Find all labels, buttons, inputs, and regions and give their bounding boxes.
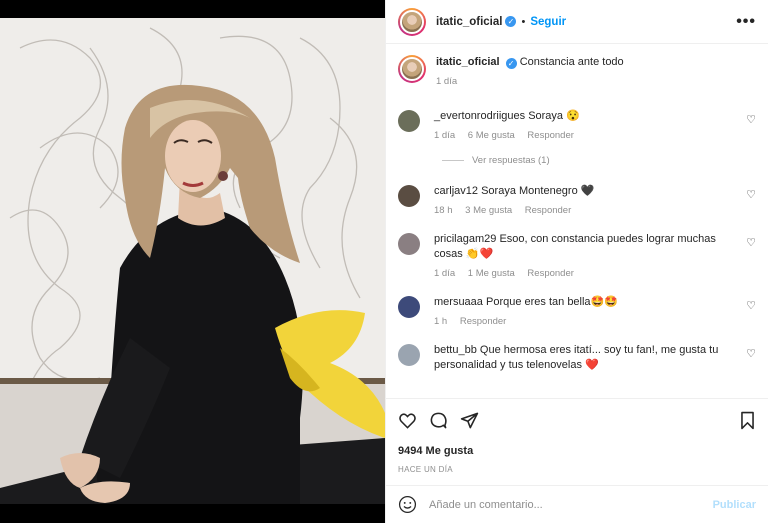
comment-item: mersuaaa Porque eres tan bella🤩🤩 1 h Res… [398, 295, 756, 327]
comment-avatar[interactable] [398, 296, 420, 318]
author-avatar[interactable] [398, 7, 426, 36]
comment-input[interactable]: Añade un comentario... [429, 499, 713, 511]
comment-icon[interactable] [429, 411, 448, 430]
comment-likes[interactable]: 1 Me gusta [468, 268, 515, 279]
comment-item: _evertonrodriigues Soraya 😯 1 día 6 Me g… [398, 109, 756, 141]
comment-username[interactable]: pricilagam29 [434, 233, 496, 245]
comment-avatar[interactable] [398, 185, 420, 207]
reply-button[interactable]: Responder [527, 268, 573, 279]
comment-time: 1 h [434, 316, 448, 327]
comment-text: Porque eres tan bella🤩🤩 [485, 296, 618, 308]
caption-username[interactable]: itatic_oficial [436, 56, 500, 68]
comment-text: Que hermosa eres itatí... soy tu fan!, m… [434, 344, 719, 371]
comments-list[interactable]: itatic_oficial ✓ Constancia ante todo 1 … [386, 45, 768, 398]
comment-text: Soraya Montenegro 🖤 [481, 185, 595, 197]
author-username[interactable]: itatic_oficial [436, 16, 502, 28]
view-replies[interactable]: Ver respuestas (1) [442, 155, 756, 166]
post-image [0, 18, 385, 504]
heart-icon[interactable] [398, 411, 417, 430]
comment-text: Soraya 😯 [528, 110, 580, 122]
bookmark-icon[interactable] [739, 411, 756, 430]
comment-item: carljav12 Soraya Montenegro 🖤 18 h 3 Me … [398, 184, 756, 216]
caption-text: Constancia ante todo [519, 56, 624, 68]
follow-button[interactable]: Seguir [530, 16, 566, 28]
post-side-panel: itatic_oficial ✓ • Seguir ••• itatic_ofi… [385, 0, 768, 523]
emoji-icon[interactable] [398, 495, 417, 514]
verified-icon: ✓ [505, 16, 517, 27]
more-options-icon[interactable]: ••• [736, 13, 756, 31]
share-icon[interactable] [460, 411, 479, 430]
comment-username[interactable]: carljav12 [434, 185, 478, 197]
post-actions: 9494 Me gusta HACE UN DÍA [386, 398, 768, 474]
caption-time: 1 día [436, 76, 458, 87]
comment-username[interactable]: bettu_bb [434, 344, 477, 356]
separator-dot: • [521, 15, 526, 28]
comment-time: 1 día [434, 268, 456, 279]
comment-item: pricilagam29 Esoo, con constancia puedes… [398, 232, 756, 279]
caption-avatar[interactable] [398, 55, 426, 83]
comment-likes[interactable]: 6 Me gusta [468, 130, 515, 141]
comment-avatar[interactable] [398, 344, 420, 366]
like-comment-icon[interactable]: ♡ [746, 188, 756, 201]
like-comment-icon[interactable]: ♡ [746, 236, 756, 249]
reply-button[interactable]: Responder [525, 205, 571, 216]
post-photo[interactable] [0, 18, 385, 504]
verified-icon: ✓ [505, 58, 517, 69]
comment-username[interactable]: mersuaaa [434, 296, 483, 308]
post-time-ago: HACE UN DÍA [398, 465, 453, 474]
like-comment-icon[interactable]: ♡ [746, 113, 756, 126]
instagram-post-view: itatic_oficial ✓ • Seguir ••• itatic_ofi… [0, 0, 768, 523]
comment-likes[interactable]: 3 Me gusta [465, 205, 512, 216]
comment-avatar[interactable] [398, 110, 420, 132]
replies-line [442, 160, 464, 161]
reply-button[interactable]: Responder [460, 316, 506, 327]
reply-button[interactable]: Responder [527, 130, 573, 141]
likes-count[interactable]: 9494 Me gusta [398, 445, 756, 457]
publish-button[interactable]: Publicar [713, 499, 756, 511]
view-replies-label[interactable]: Ver respuestas (1) [472, 155, 550, 166]
post-header: itatic_oficial ✓ • Seguir ••• [386, 0, 768, 44]
comment-time: 1 día [434, 130, 456, 141]
comment-avatar[interactable] [398, 233, 420, 255]
post-caption: itatic_oficial ✓ Constancia ante todo 1 … [398, 45, 756, 87]
comment-username[interactable]: _evertonrodriigues [434, 110, 525, 122]
comment-time: 18 h [434, 205, 453, 216]
comment-item: bettu_bb Que hermosa eres itatí... soy t… [398, 343, 756, 373]
like-comment-icon[interactable]: ♡ [746, 347, 756, 360]
like-comment-icon[interactable]: ♡ [746, 299, 756, 312]
add-comment-bar: Añade un comentario... Publicar [386, 485, 768, 523]
